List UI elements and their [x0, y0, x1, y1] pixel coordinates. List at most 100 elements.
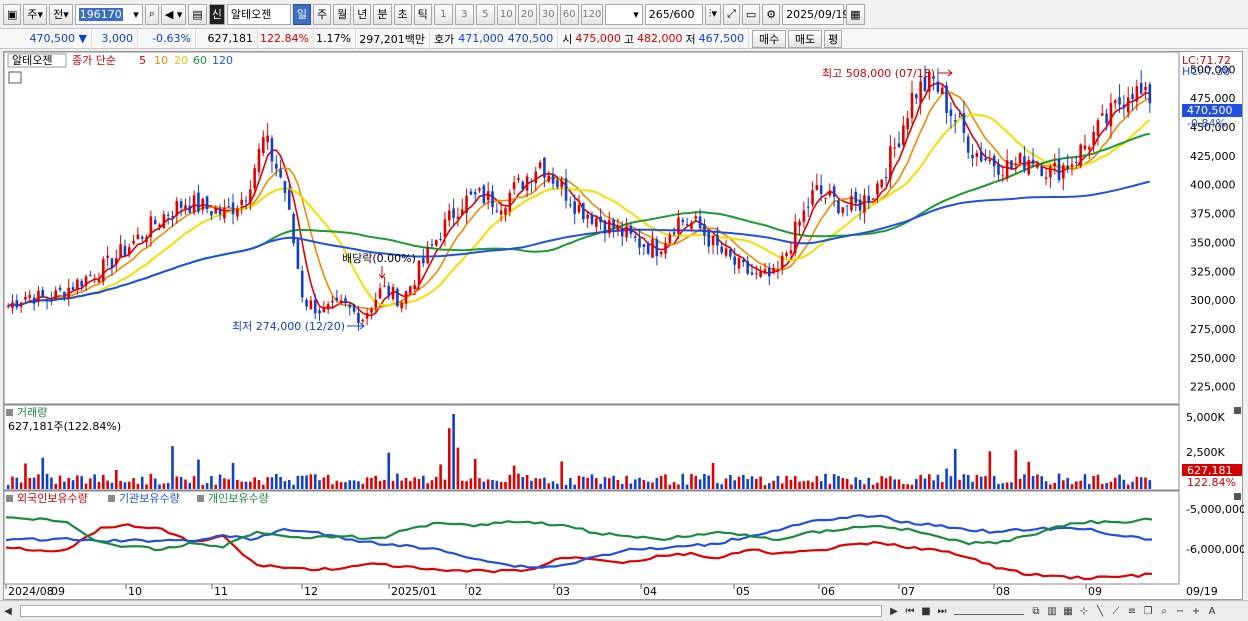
candle-body: [880, 179, 884, 188]
volume-bar: [378, 481, 382, 489]
price-tick-label: 250,000: [1190, 352, 1236, 365]
holdings-panel-close-icon[interactable]: [1234, 493, 1241, 500]
tab-tick[interactable]: 틱: [413, 3, 432, 25]
candle-body: [28, 294, 32, 298]
candle-body: [447, 210, 451, 221]
zoom-out-icon[interactable]: −: [1172, 603, 1188, 619]
stock-type-dropdown[interactable]: 전 ▾: [49, 3, 73, 25]
interval-120[interactable]: 120: [580, 3, 603, 25]
zoom-slider[interactable]: [954, 607, 1024, 615]
candle-body: [1005, 160, 1009, 179]
down-arrow-icon: ▼: [78, 32, 87, 45]
zoom-in-icon[interactable]: +: [1188, 603, 1204, 619]
period-dropdown[interactable]: 주 ▾: [23, 3, 48, 25]
table-toggle-icon[interactable]: [8, 71, 22, 84]
tab-year[interactable]: 년: [353, 3, 372, 25]
tab-month[interactable]: 월: [333, 3, 352, 25]
calendar-icon[interactable]: ▦: [846, 3, 865, 25]
layout-icon[interactable]: ⧉: [1028, 603, 1044, 619]
candle-body: [179, 201, 183, 208]
text-size-icon[interactable]: A: [1204, 603, 1220, 619]
table-icon[interactable]: ▦: [1060, 603, 1076, 619]
interval-1[interactable]: 1: [433, 3, 453, 25]
first-page-icon[interactable]: ⏮: [902, 603, 918, 619]
candle-body: [884, 177, 888, 179]
settings-icon[interactable]: ⚙: [762, 3, 781, 25]
draw-tool-icon[interactable]: ⤢: [723, 3, 740, 25]
candle-body: [227, 206, 231, 208]
candle-body: [871, 198, 875, 200]
split-icon[interactable]: ▥: [1044, 603, 1060, 619]
play-icon[interactable]: ⏭: [934, 603, 950, 619]
volume-bar: [67, 478, 71, 489]
volume-panel-close-icon[interactable]: [1234, 407, 1241, 414]
candle-body: [1044, 177, 1048, 179]
copy-icon[interactable]: ❐: [1140, 603, 1156, 619]
candle-body: [97, 278, 101, 283]
window-menu-icon[interactable]: ▣: [3, 3, 22, 25]
interval-20[interactable]: 20: [517, 3, 537, 25]
interval-10[interactable]: 10: [496, 3, 516, 25]
horizontal-scrollbar[interactable]: [20, 605, 882, 617]
tab-day[interactable]: 일: [292, 3, 312, 25]
stock-code-input[interactable]: 196170 ▾: [74, 3, 143, 25]
candle-body: [378, 288, 382, 299]
speaker-icon[interactable]: ◀ ▾: [160, 3, 187, 25]
count-field[interactable]: 265/600: [644, 3, 703, 25]
volume-bar: [919, 474, 922, 489]
page-icon[interactable]: ▤: [188, 3, 207, 25]
chart-type-icon[interactable]: ⫶▾: [704, 3, 722, 25]
eval-button[interactable]: 평: [824, 29, 843, 48]
interval-custom-dropdown[interactable]: ▾: [604, 3, 643, 25]
volume-bar: [417, 479, 421, 489]
candle-body: [223, 207, 226, 219]
stock-name-field[interactable]: 알테오젠: [226, 3, 291, 25]
candle-body: [755, 273, 758, 275]
tab-minute[interactable]: 분: [373, 3, 392, 25]
chart-area[interactable]: 알테오젠 종가 단순 5 10 20 60 120 500,000 475,000…: [3, 51, 1244, 601]
volume-bar: [106, 480, 109, 489]
credit-badge: 신: [208, 3, 225, 25]
trend-tool-icon[interactable]: ⟋: [1108, 603, 1124, 619]
current-price: 470,500 ▼: [0, 28, 92, 49]
scroll-right-icon[interactable]: ▶: [886, 603, 902, 619]
search-icon[interactable]: ⌕: [144, 3, 159, 25]
stop-icon[interactable]: ■: [918, 603, 934, 619]
volume-bar: [1044, 481, 1048, 489]
candle-body: [776, 269, 780, 272]
tab-week[interactable]: 주: [313, 3, 332, 25]
fib-tool-icon[interactable]: ≡: [1124, 603, 1140, 619]
volume-bar: [499, 482, 503, 489]
interval-60[interactable]: 60: [559, 3, 579, 25]
candle-body: [746, 261, 749, 274]
interval-30[interactable]: 30: [538, 3, 558, 25]
volume-bar: [538, 478, 542, 489]
crosshair-icon[interactable]: ⊹: [1076, 603, 1092, 619]
buy-button[interactable]: 매수: [752, 29, 787, 48]
save-icon[interactable]: ▭: [741, 3, 761, 25]
interval-5[interactable]: 5: [475, 3, 495, 25]
date-axis-label: 09: [1088, 585, 1102, 598]
volume-bar: [145, 484, 148, 489]
candle-body: [1139, 83, 1143, 94]
chart-canvas[interactable]: 알테오젠 종가 단순 5 10 20 60 120 500,000475,000…: [4, 52, 1244, 601]
scroll-left-icon[interactable]: ◀: [0, 603, 16, 619]
volume-bar: [400, 480, 403, 489]
candle-body: [517, 178, 520, 180]
volume-bar: [1079, 480, 1082, 489]
zoom-icon[interactable]: ⌕: [1156, 603, 1172, 619]
volume-bar: [370, 477, 373, 489]
candle-body: [694, 216, 698, 219]
line-tool-icon[interactable]: ╲: [1092, 603, 1108, 619]
sell-button[interactable]: 매도: [788, 29, 823, 48]
interval-3[interactable]: 3: [454, 3, 474, 25]
count-max: /600: [669, 7, 695, 21]
candle-body: [620, 229, 624, 237]
tab-second[interactable]: 초: [393, 3, 412, 25]
volume-bar: [391, 480, 395, 489]
candle-body: [149, 216, 153, 237]
volume-bar: [218, 474, 222, 489]
volume-bar: [837, 475, 840, 489]
candle-body: [106, 255, 109, 258]
date-field[interactable]: 2025/09/19: [782, 3, 850, 25]
